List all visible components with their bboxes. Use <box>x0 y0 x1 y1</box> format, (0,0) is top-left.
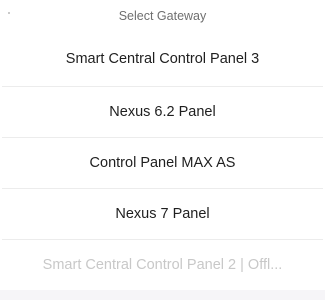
gateway-option-control-panel-max-as[interactable]: Control Panel MAX AS <box>2 138 323 189</box>
gateway-list: Smart Central Control Panel 3 Nexus 6.2 … <box>0 32 325 291</box>
bottom-band <box>0 290 325 300</box>
gateway-option-smart-central-control-panel-3[interactable]: Smart Central Control Panel 3 <box>2 32 323 87</box>
sheet-title: Select Gateway <box>118 9 207 23</box>
gateway-option-nexus-7-panel[interactable]: Nexus 7 Panel <box>2 189 323 240</box>
gateway-option-nexus-6-2-panel[interactable]: Nexus 6.2 Panel <box>2 87 323 138</box>
select-gateway-sheet: Select Gateway Smart Central Control Pan… <box>0 0 325 300</box>
gateway-option-smart-central-control-panel-2-offline: Smart Central Control Panel 2 | Offl... <box>42 257 283 273</box>
